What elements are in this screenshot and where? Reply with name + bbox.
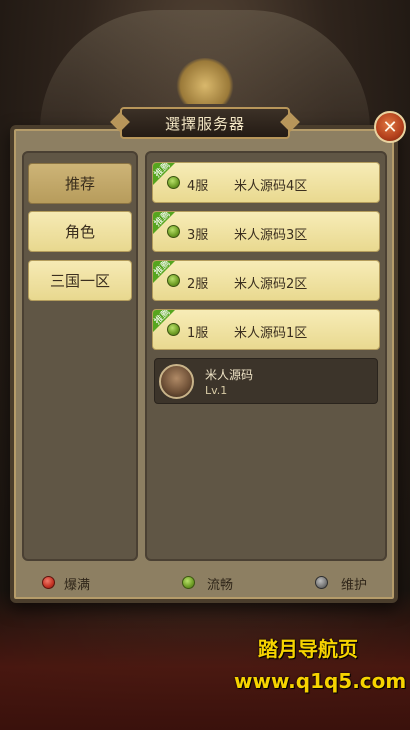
server-item-4[interactable]: 推薦 4服 米人源码4区 — [152, 162, 380, 203]
server-number: 4服 — [187, 179, 209, 194]
player-level: Lv.1 — [205, 384, 228, 397]
legend-full-label: 爆满 — [64, 578, 91, 593]
status-dot-icon — [167, 274, 180, 287]
status-dot-icon — [167, 225, 180, 238]
smooth-status-dot-icon — [182, 576, 195, 589]
server-number: 1服 — [187, 326, 209, 341]
watermark-url: www.q1q5.com — [234, 669, 407, 693]
server-item-3[interactable]: 推薦 3服 米人源码3区 — [152, 211, 380, 252]
server-name: 米人源码1区 — [234, 326, 308, 341]
server-name: 米人源码3区 — [234, 228, 308, 243]
status-dot-icon — [167, 323, 180, 336]
server-item-2[interactable]: 推薦 2服 米人源码2区 — [152, 260, 380, 301]
close-button[interactable]: ✕ — [374, 111, 406, 143]
full-status-dot-icon — [42, 576, 55, 589]
tab-character[interactable]: 角色 — [28, 211, 132, 252]
legend-maintenance-label: 维护 — [341, 578, 368, 593]
avatar — [159, 364, 194, 399]
server-number: 3服 — [187, 228, 209, 243]
dialog-title: 選擇服务器 — [120, 107, 290, 139]
server-number: 2服 — [187, 277, 209, 292]
legend-smooth-label: 流畅 — [207, 578, 234, 593]
tab-sanguo-zone-1[interactable]: 三国一区 — [28, 260, 132, 301]
server-name: 米人源码2区 — [234, 277, 308, 292]
status-dot-icon — [167, 176, 180, 189]
watermark-title: 踏月导航页 — [258, 637, 358, 661]
server-item-1[interactable]: 推薦 1服 米人源码1区 — [152, 309, 380, 350]
server-name: 米人源码4区 — [234, 179, 308, 194]
player-name: 米人源码 — [205, 368, 254, 382]
tab-recommended[interactable]: 推荐 — [28, 163, 132, 204]
maintenance-status-dot-icon — [315, 576, 328, 589]
